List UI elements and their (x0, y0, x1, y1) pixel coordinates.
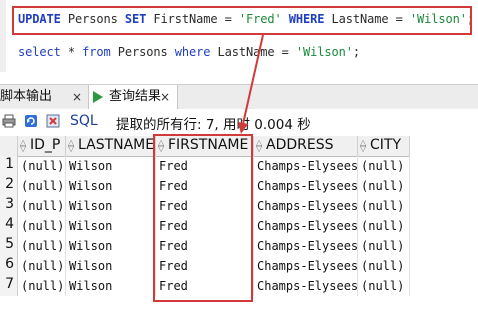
highlight-arrow (238, 34, 264, 134)
